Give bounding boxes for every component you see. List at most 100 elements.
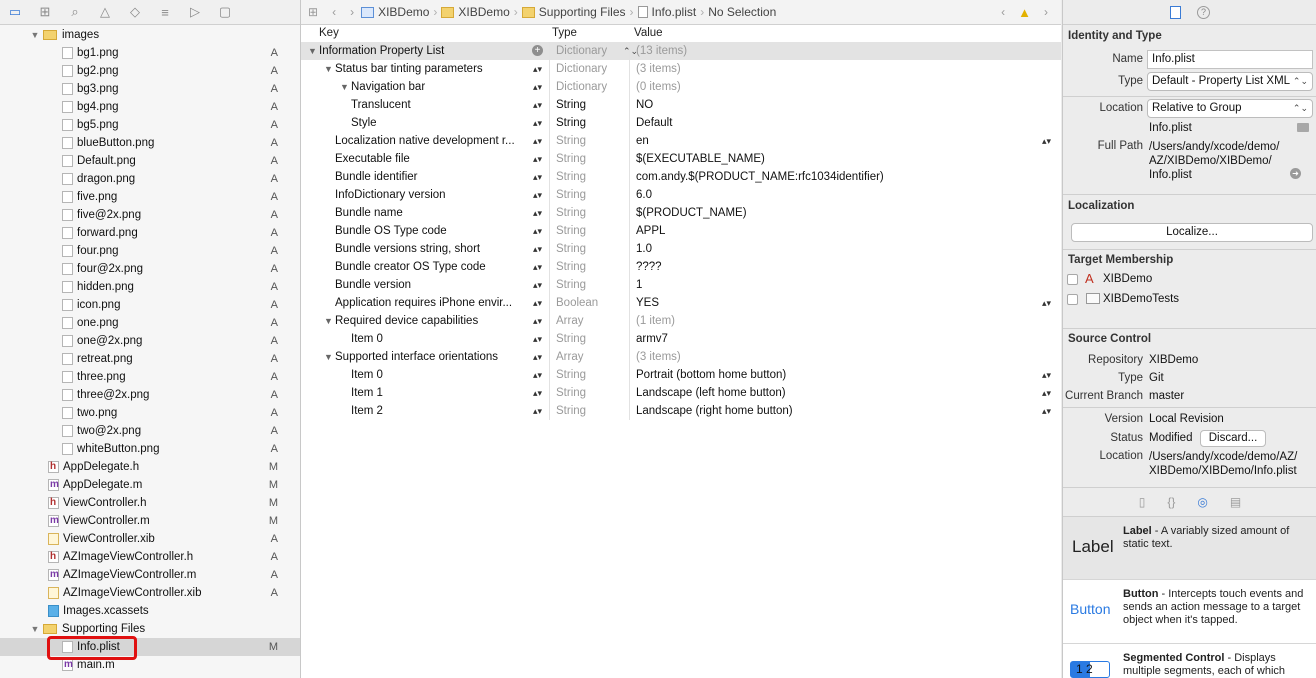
plist-value[interactable]: com.andy.$(PRODUCT_NAME:rfc1034identifie… bbox=[636, 168, 884, 186]
library-item-button[interactable]: Button Button - Intercepts touch events … bbox=[1063, 580, 1316, 644]
key-stepper-icon[interactable]: ▴▾ bbox=[533, 204, 542, 222]
file-row[interactable]: bg3.png A bbox=[0, 80, 300, 98]
plist-key[interactable]: InfoDictionary version bbox=[335, 186, 446, 204]
plist-type[interactable]: String bbox=[556, 114, 586, 132]
plist-type[interactable]: String bbox=[556, 258, 586, 276]
plist-row[interactable]: ▼ Required device capabilities ▴▾ Array (1 i… bbox=[301, 312, 1061, 330]
forward-arrow-icon[interactable]: › bbox=[343, 5, 361, 19]
plist-key[interactable]: Bundle versions string, short bbox=[335, 240, 480, 258]
plist-key[interactable]: Status bar tinting parameters bbox=[335, 60, 483, 78]
plist-key[interactable]: Supported interface orientations bbox=[335, 348, 498, 366]
file-row[interactable]: three@2x.png A bbox=[0, 386, 300, 404]
add-item-icon[interactable]: + bbox=[532, 45, 543, 56]
plist-type[interactable]: String bbox=[556, 366, 586, 384]
debug-icon[interactable]: ≡ bbox=[150, 5, 180, 20]
folder-icon[interactable]: ▭ bbox=[0, 4, 30, 20]
breadcrumb-item[interactable]: Supporting Files bbox=[521, 5, 626, 19]
file-row[interactable]: h AppDelegate.h M bbox=[0, 458, 300, 476]
search-icon[interactable]: ⌕ bbox=[60, 4, 90, 20]
reveal-folder-icon[interactable] bbox=[1297, 123, 1309, 132]
group-row[interactable]: ▼ images bbox=[0, 26, 300, 44]
plist-row[interactable]: ▼ Information Property List + Dictionary ⌃⌄(… bbox=[301, 42, 1061, 60]
plist-key[interactable]: Style bbox=[351, 114, 377, 132]
plist-value[interactable]: ???? bbox=[636, 258, 662, 276]
type-column-header[interactable]: Type bbox=[552, 27, 577, 39]
plist-value[interactable]: armv7 bbox=[636, 330, 668, 348]
plist-type[interactable]: String bbox=[556, 384, 586, 402]
disclosure-triangle-icon[interactable]: ▼ bbox=[340, 78, 349, 96]
key-stepper-icon[interactable]: ▴▾ bbox=[533, 150, 542, 168]
file-row[interactable]: two.png A bbox=[0, 404, 300, 422]
plist-value[interactable]: $(PRODUCT_NAME) bbox=[636, 204, 747, 222]
plist-row[interactable]: Executable file ▴▾ String $(EXECUTABLE_NAME… bbox=[301, 150, 1061, 168]
file-inspector-icon[interactable] bbox=[1170, 5, 1181, 19]
plist-value[interactable]: YES bbox=[636, 294, 659, 312]
file-row[interactable]: four@2x.png A bbox=[0, 260, 300, 278]
file-row[interactable]: two@2x.png A bbox=[0, 422, 300, 440]
file-row[interactable]: Images.xcassets bbox=[0, 602, 300, 620]
disclosure-triangle-icon[interactable]: ▼ bbox=[308, 42, 317, 60]
plist-row[interactable]: Bundle versions string, short ▴▾ String 1.0 bbox=[301, 240, 1061, 258]
plist-row[interactable]: ▼ Status bar tinting parameters ▴▾ Dictiona… bbox=[301, 60, 1061, 78]
key-stepper-icon[interactable]: ▴▾ bbox=[533, 348, 542, 366]
next-issue-icon[interactable]: › bbox=[1037, 5, 1055, 19]
plist-row[interactable]: Bundle creator OS Type code ▴▾ String???? bbox=[301, 258, 1061, 276]
plist-row[interactable]: Translucent ▴▾ String NO bbox=[301, 96, 1061, 114]
quick-help-icon[interactable]: ? bbox=[1197, 5, 1210, 19]
plist-row[interactable]: ▼ Navigation bar ▴▾ Dictionary (0 items) bbox=[301, 78, 1061, 96]
discard-button[interactable]: Discard... bbox=[1200, 430, 1266, 447]
plist-value[interactable]: NO bbox=[636, 96, 653, 114]
value-stepper-icon[interactable]: ▴▾ bbox=[1042, 294, 1051, 312]
plist-type[interactable]: String bbox=[556, 132, 586, 150]
file-row[interactable]: h AZImageViewController.h A bbox=[0, 548, 300, 566]
name-field[interactable]: Info.plist bbox=[1147, 50, 1313, 69]
plist-value[interactable]: Landscape (left home button) bbox=[636, 384, 786, 402]
hierarchy-icon[interactable]: ⊞ bbox=[30, 4, 60, 20]
type-popup[interactable]: Default - Property List XML ⌃⌄ bbox=[1147, 72, 1313, 91]
key-column-header[interactable]: Key bbox=[319, 27, 339, 39]
reveal-arrow-icon[interactable]: ➜ bbox=[1290, 168, 1301, 179]
plist-type[interactable]: String bbox=[556, 186, 586, 204]
target-checkbox-xibdemo[interactable] bbox=[1067, 274, 1078, 285]
plist-key[interactable]: Executable file bbox=[335, 150, 410, 168]
key-stepper-icon[interactable]: ▴▾ bbox=[533, 78, 542, 96]
plist-type[interactable]: Dictionary bbox=[556, 60, 607, 78]
file-row[interactable]: AZImageViewController.xib A bbox=[0, 584, 300, 602]
plist-row[interactable]: Item 1 ▴▾ String Landscape (left home butto… bbox=[301, 384, 1061, 402]
plist-value[interactable]: 1.0 bbox=[636, 240, 652, 258]
key-stepper-icon[interactable]: ▴▾ bbox=[533, 96, 542, 114]
plist-type[interactable]: Dictionary bbox=[556, 78, 607, 96]
file-row[interactable]: three.png A bbox=[0, 368, 300, 386]
plist-value[interactable]: Default bbox=[636, 114, 672, 132]
plist-value[interactable]: $(EXECUTABLE_NAME) bbox=[636, 150, 765, 168]
test-icon[interactable]: ◇ bbox=[120, 4, 150, 20]
file-row[interactable]: forward.png A bbox=[0, 224, 300, 242]
breadcrumb-item[interactable]: Info.plist bbox=[637, 5, 696, 19]
plist-value[interactable]: (1 item) bbox=[636, 312, 675, 330]
breakpoint-icon[interactable]: ▷ bbox=[180, 4, 210, 20]
file-row[interactable]: one.png A bbox=[0, 314, 300, 332]
file-row[interactable]: icon.png A bbox=[0, 296, 300, 314]
value-column-header[interactable]: Value bbox=[634, 27, 663, 39]
file-row[interactable]: five@2x.png A bbox=[0, 206, 300, 224]
plist-key[interactable]: Item 0 bbox=[351, 330, 383, 348]
plist-type[interactable]: String bbox=[556, 222, 586, 240]
plist-value[interactable]: 6.0 bbox=[636, 186, 652, 204]
plist-key[interactable]: Navigation bar bbox=[351, 78, 425, 96]
group-row[interactable]: ▼ Supporting Files bbox=[0, 620, 300, 638]
file-row[interactable]: hidden.png A bbox=[0, 278, 300, 296]
plist-key[interactable]: Bundle OS Type code bbox=[335, 222, 447, 240]
library-item-label[interactable]: Label Label - A variably sized amount of… bbox=[1063, 517, 1316, 580]
key-stepper-icon[interactable]: ▴▾ bbox=[533, 258, 542, 276]
plist-type[interactable]: Array bbox=[556, 312, 583, 330]
plist-row[interactable]: Item 0 ▴▾ String armv7 bbox=[301, 330, 1061, 348]
key-stepper-icon[interactable]: ▴▾ bbox=[533, 114, 542, 132]
object-library-icon[interactable]: ◎ bbox=[1197, 495, 1207, 509]
plist-key[interactable]: Bundle name bbox=[335, 204, 403, 222]
file-row[interactable]: h ViewController.h M bbox=[0, 494, 300, 512]
key-stepper-icon[interactable]: ▴▾ bbox=[533, 240, 542, 258]
plist-value[interactable]: (3 items) bbox=[636, 60, 681, 78]
file-row[interactable]: m AppDelegate.m M bbox=[0, 476, 300, 494]
plist-type[interactable]: String bbox=[556, 150, 586, 168]
file-row[interactable]: blueButton.png A bbox=[0, 134, 300, 152]
